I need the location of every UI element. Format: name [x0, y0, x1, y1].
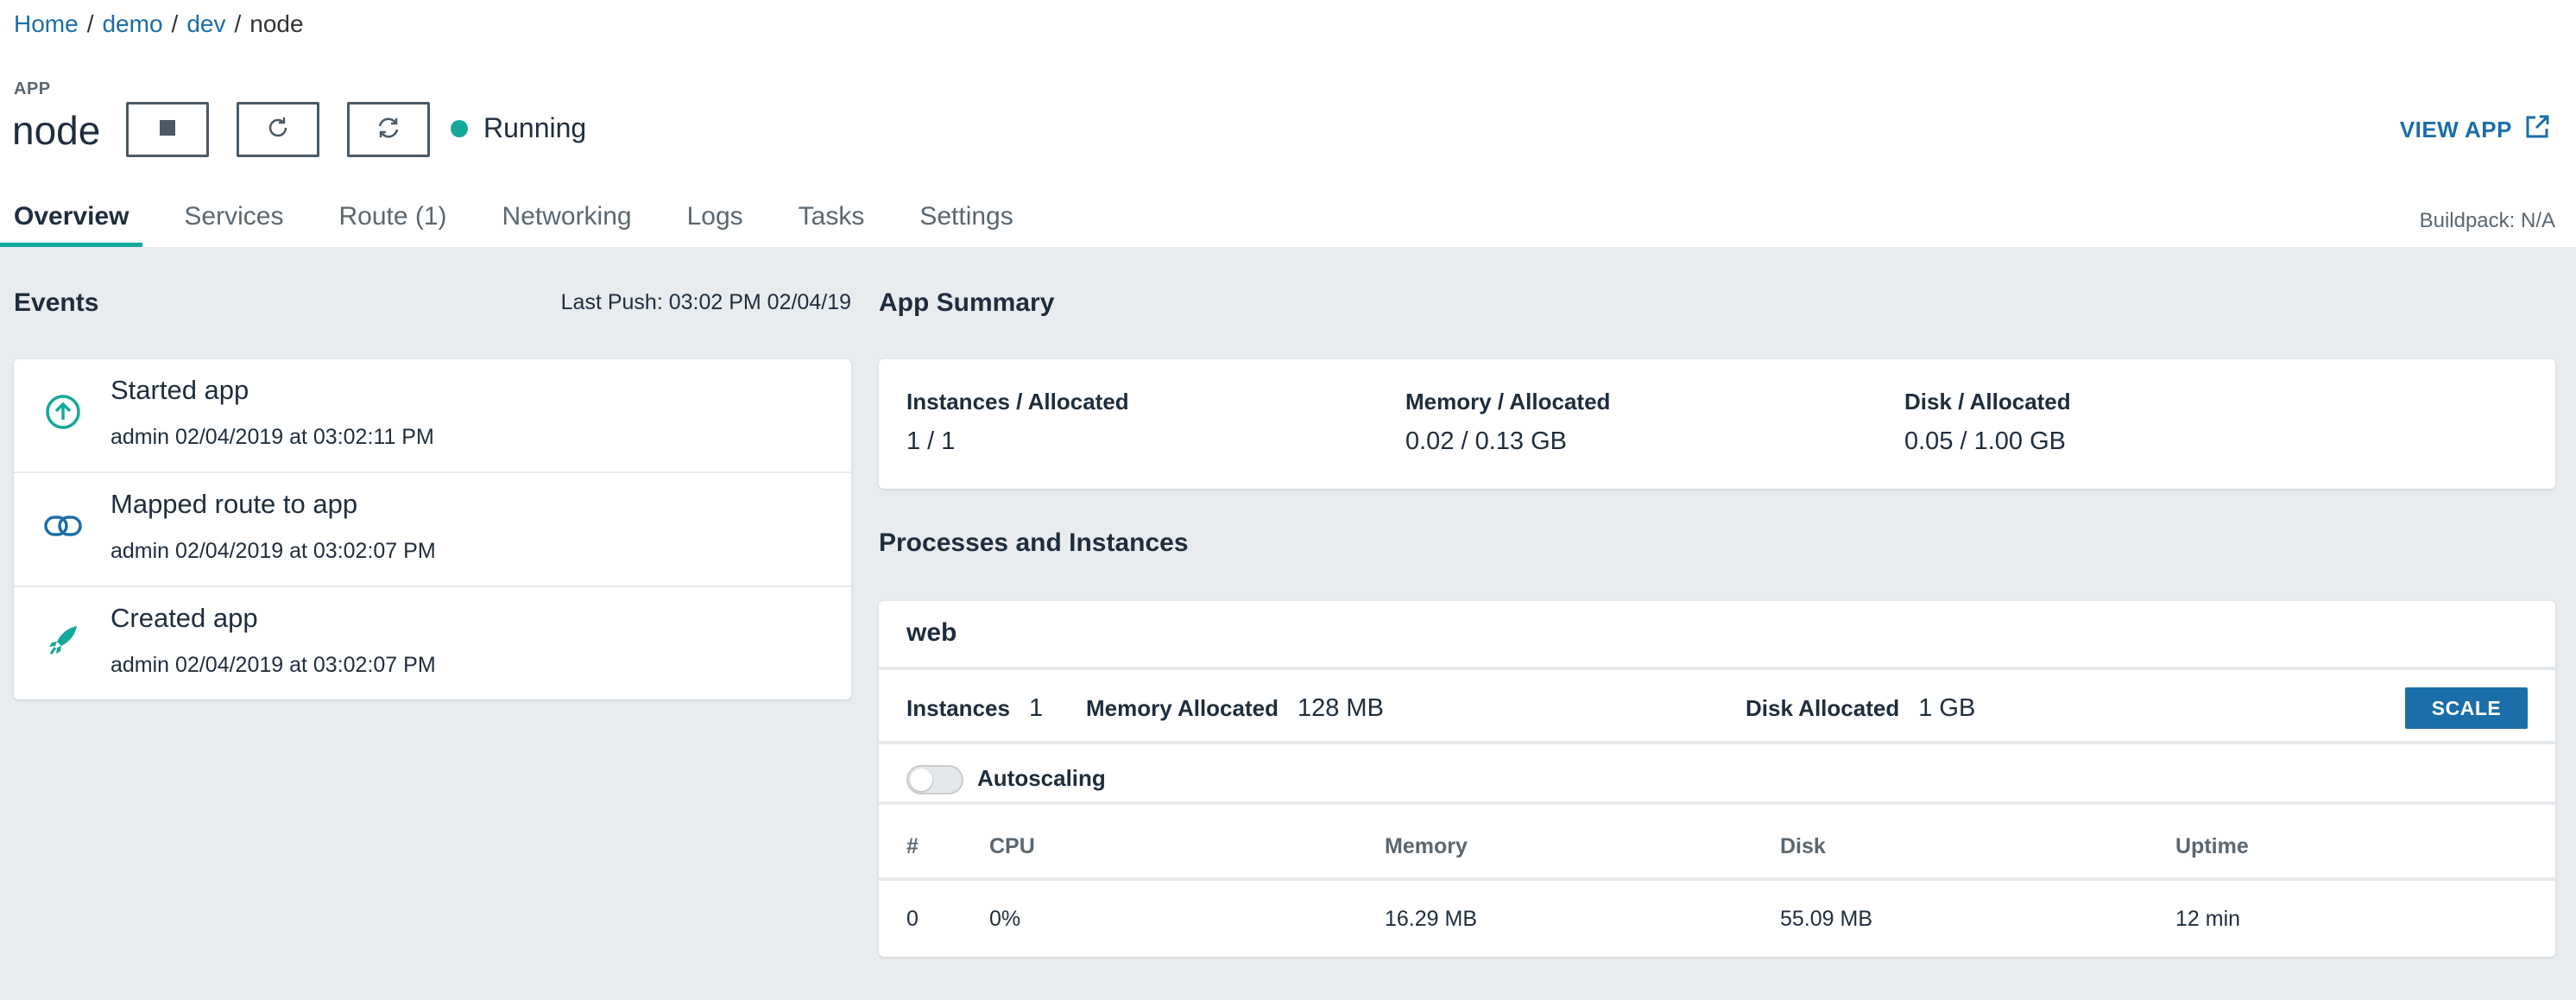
instance-cpu: 0% — [989, 907, 1021, 931]
event-item: Created app admin 02/04/2019 at 03:02:07… — [14, 587, 851, 701]
external-link-icon — [2512, 114, 2550, 146]
summary-instances-value: 1 / 1 — [906, 427, 956, 455]
process-header: web — [879, 601, 2555, 670]
summary-memory: Memory / Allocated 0.02 / 0.13 GB — [1405, 389, 1610, 456]
breadcrumb-separator: / — [86, 10, 94, 37]
event-title: Mapped route to app — [110, 489, 358, 519]
instance-memory: 16.29 MB — [1385, 907, 1478, 931]
stop-button[interactable] — [126, 102, 209, 157]
process-card: web Instances 1 Memory Allocated 128 MB … — [879, 601, 2555, 957]
breadcrumb-demo[interactable]: demo — [102, 10, 162, 37]
breadcrumb: Home / demo / dev / node — [14, 10, 304, 38]
event-title: Created app — [110, 603, 258, 633]
tab-route[interactable]: Route (1) — [325, 192, 460, 247]
process-disk: Disk Allocated 1 GB — [1746, 694, 1975, 723]
instance-index: 0 — [906, 907, 919, 931]
tab-overview[interactable]: Overview — [0, 192, 143, 247]
process-name: web — [906, 618, 957, 647]
restage-icon — [375, 115, 402, 145]
process-disk-value: 1 GB — [1918, 694, 1976, 722]
breadcrumb-dev[interactable]: dev — [186, 10, 225, 37]
process-memory: Memory Allocated 128 MB — [1086, 694, 1384, 723]
process-instances: Instances 1 — [906, 694, 1043, 723]
event-item: Mapped route to app admin 02/04/2019 at … — [14, 473, 851, 587]
summary-instances-label: Instances / Allocated — [906, 389, 1129, 415]
tab-bar: Overview Services Route (1) Networking L… — [0, 192, 1055, 247]
summary-memory-label: Memory / Allocated — [1405, 389, 1611, 415]
restage-button[interactable] — [347, 102, 430, 157]
app-summary-card: Instances / Allocated 1 / 1 Memory / All… — [879, 359, 2555, 489]
column-header-memory: Memory — [1385, 834, 1468, 858]
restart-icon — [265, 115, 291, 145]
instances-table-header — [879, 805, 2555, 881]
event-item: Started app admin 02/04/2019 at 03:02:11… — [14, 359, 851, 473]
instance-uptime: 12 min — [2175, 907, 2241, 931]
summary-disk-label: Disk / Allocated — [1904, 389, 2071, 415]
app-label: APP — [14, 79, 51, 98]
arrow-up-circle-icon — [41, 390, 85, 434]
status-dot — [451, 119, 468, 137]
summary-memory-value: 0.02 / 0.13 GB — [1405, 427, 1568, 455]
tab-settings[interactable]: Settings — [906, 192, 1026, 247]
process-memory-value: 128 MB — [1297, 694, 1384, 722]
events-title: Events — [14, 288, 99, 317]
buildpack-info: Buildpack: N/A — [2419, 209, 2555, 232]
tab-networking[interactable]: Networking — [489, 192, 646, 247]
events-card: Started app admin 02/04/2019 at 03:02:11… — [14, 359, 851, 699]
app-summary-title: App Summary — [879, 288, 1055, 317]
instance-disk: 55.09 MB — [1780, 907, 1873, 931]
restart-button[interactable] — [237, 102, 319, 157]
overview-content: Events Last Push: 03:02 PM 02/04/19 Star… — [0, 247, 2576, 1000]
status-text: Running — [483, 112, 587, 143]
summary-instances: Instances / Allocated 1 / 1 — [906, 389, 1129, 456]
summary-disk: Disk / Allocated 0.05 / 1.00 GB — [1904, 389, 2071, 456]
event-meta: admin 02/04/2019 at 03:02:07 PM — [110, 539, 436, 563]
process-instances-label: Instances — [906, 695, 1010, 721]
tab-logs[interactable]: Logs — [673, 192, 757, 247]
stop-icon — [160, 119, 175, 140]
event-meta: admin 02/04/2019 at 03:02:11 PM — [110, 425, 434, 449]
view-app-link[interactable]: VIEW APP — [2400, 114, 2550, 146]
autoscaling-label: Autoscaling — [977, 765, 1106, 791]
process-instances-value: 1 — [1028, 694, 1044, 722]
event-meta: admin 02/04/2019 at 03:02:07 PM — [110, 653, 436, 677]
tab-tasks[interactable]: Tasks — [785, 192, 879, 247]
app-header: Home / demo / dev / node APP node Running VIEW… — [0, 0, 2576, 247]
tab-services[interactable]: Services — [170, 192, 297, 247]
breadcrumb-home[interactable]: Home — [14, 10, 79, 37]
column-header-index: # — [906, 834, 919, 858]
breadcrumb-separator: / — [234, 10, 242, 37]
processes-title: Processes and Instances — [879, 528, 1189, 557]
process-disk-label: Disk Allocated — [1746, 695, 1900, 721]
summary-disk-value: 0.05 / 1.00 GB — [1904, 427, 2067, 455]
autoscaling-toggle[interactable] — [906, 765, 963, 794]
column-header-disk: Disk — [1780, 834, 1826, 858]
process-memory-label: Memory Allocated — [1086, 695, 1279, 721]
column-header-cpu: CPU — [989, 834, 1035, 858]
autoscaling-row — [879, 744, 2555, 805]
breadcrumb-current: node — [249, 10, 304, 37]
app-status: Running — [451, 112, 586, 144]
event-title: Started app — [110, 375, 249, 405]
breadcrumb-separator: / — [171, 10, 179, 37]
link-icon — [41, 504, 85, 547]
app-name: node — [12, 108, 101, 153]
rocket-icon — [41, 618, 85, 661]
last-push: Last Push: 03:02 PM 02/04/19 — [560, 290, 851, 314]
scale-button[interactable]: SCALE — [2405, 687, 2528, 729]
view-app-label: VIEW APP — [2399, 117, 2512, 142]
toggle-knob — [910, 769, 932, 791]
column-header-uptime: Uptime — [2175, 834, 2249, 858]
